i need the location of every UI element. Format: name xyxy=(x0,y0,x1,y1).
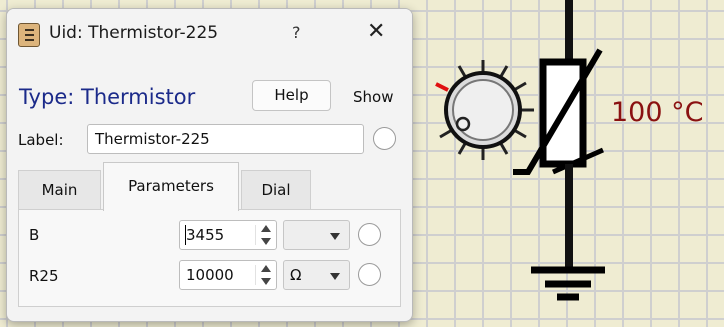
component-icon xyxy=(18,23,40,47)
dial-knob[interactable] xyxy=(435,60,534,160)
r25-value: 10000 xyxy=(186,266,234,284)
properties-dialog: Uid: Thermistor-225 ? ✕ Type: Thermistor… xyxy=(6,8,413,322)
window-title: Uid: Thermistor-225 xyxy=(49,23,219,43)
tab-main[interactable]: Main xyxy=(18,170,101,210)
label-input[interactable]: Thermistor-225 xyxy=(87,124,364,154)
b-unit-dropdown[interactable] xyxy=(283,220,350,250)
increment-icon[interactable] xyxy=(261,265,271,272)
decrement-icon[interactable] xyxy=(261,278,271,285)
dial-marker xyxy=(435,82,449,92)
r25-unit-value: Ω xyxy=(290,266,302,284)
temperature-readout: 100 °C xyxy=(611,97,704,128)
help-button[interactable]: Help xyxy=(252,80,331,111)
ground-symbol[interactable] xyxy=(531,266,605,301)
close-icon[interactable]: ✕ xyxy=(367,19,385,44)
show-label: Show xyxy=(353,88,394,106)
increment-icon[interactable] xyxy=(261,225,271,232)
label-caption: Label: xyxy=(18,131,64,149)
show-label-radio[interactable] xyxy=(373,127,396,150)
chevron-down-icon xyxy=(330,273,340,280)
tab-dial[interactable]: Dial xyxy=(241,170,311,210)
param-name-b: B xyxy=(29,226,40,244)
param-name-r25: R25 xyxy=(29,267,59,285)
chevron-down-icon xyxy=(330,233,340,240)
component-type-title: Type: Thermistor xyxy=(19,85,196,109)
dialog-titlebar[interactable]: Uid: Thermistor-225 ? ✕ xyxy=(7,9,412,59)
stepper-arrows[interactable] xyxy=(260,224,272,246)
b-show-radio[interactable] xyxy=(358,223,381,246)
r25-show-radio[interactable] xyxy=(358,263,381,286)
stepper-separator xyxy=(255,265,256,285)
b-value: 3455 xyxy=(186,226,225,244)
r25-unit-dropdown[interactable]: Ω xyxy=(283,260,350,290)
decrement-icon[interactable] xyxy=(261,238,271,245)
tab-parameters[interactable]: Parameters xyxy=(103,162,239,211)
context-help-button[interactable]: ? xyxy=(292,23,301,42)
stepper-arrows[interactable] xyxy=(260,264,272,286)
r25-value-stepper[interactable]: 10000 xyxy=(179,260,277,290)
stepper-separator xyxy=(255,225,256,245)
b-value-stepper[interactable]: 3455 xyxy=(179,220,277,250)
